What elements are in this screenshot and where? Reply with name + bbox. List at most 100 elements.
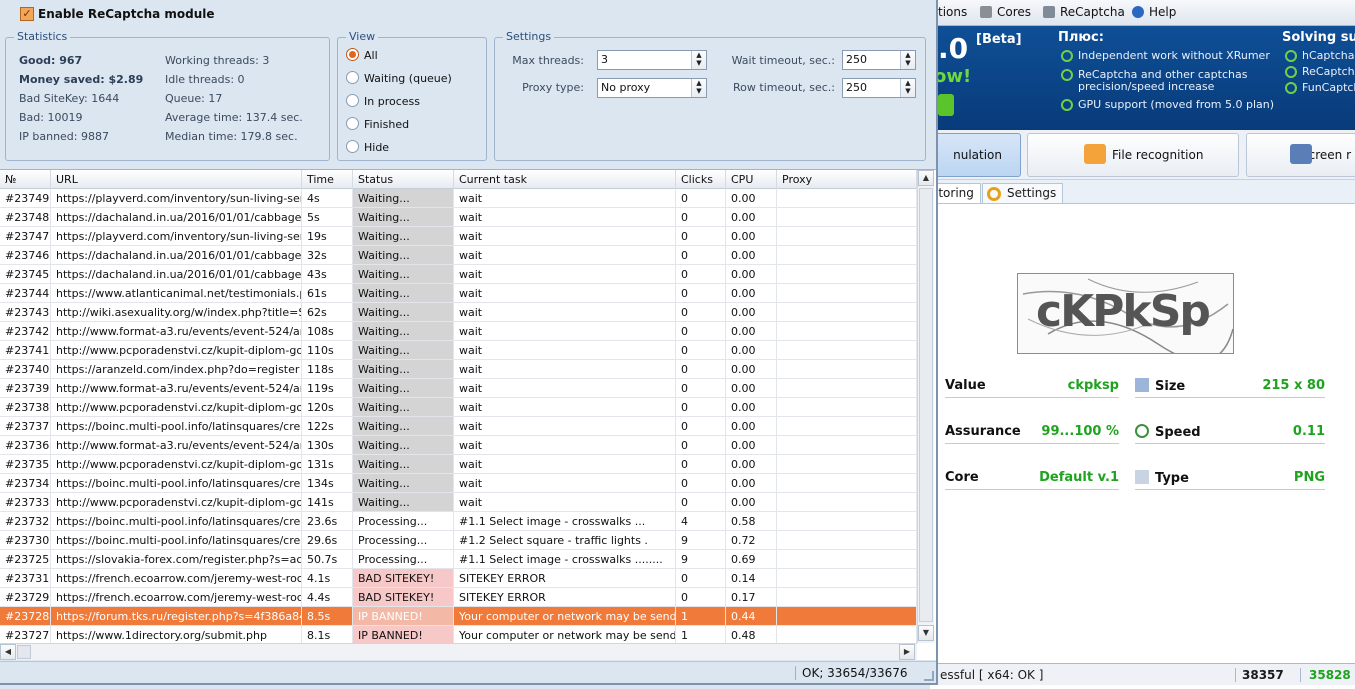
scroll-up-icon[interactable]: ▲	[918, 170, 934, 186]
stepper-arrows-icon[interactable]: ▲ ▼	[900, 51, 915, 69]
cell-proxy	[777, 455, 917, 473]
tab-file-recognition[interactable]: File recognition	[1027, 133, 1239, 177]
cell-clicks: 0	[676, 493, 726, 511]
cell-task: wait	[454, 341, 676, 359]
table-row[interactable]: #23748 https://dachaland.in.ua/2016/01/01…	[0, 208, 917, 227]
max-threads-stepper[interactable]: 3 ▲ ▼	[597, 50, 707, 70]
cell-clicks: 0	[676, 360, 726, 378]
table-row[interactable]: #23732 https://boinc.multi-pool.info/lati…	[0, 512, 917, 531]
column-header-number[interactable]: №	[0, 170, 51, 189]
table-row[interactable]: #23739 http://www.format-a3.ru/events/eve…	[0, 379, 917, 398]
cell-number: #23739	[0, 379, 51, 397]
view-radio-hide[interactable]	[346, 140, 359, 153]
menu-options[interactable]: tions	[938, 5, 967, 19]
stepper-arrows-icon[interactable]: ▲ ▼	[900, 79, 915, 97]
table-row[interactable]: #23745 https://dachaland.in.ua/2016/01/01…	[0, 265, 917, 284]
vertical-scrollbar[interactable]: ▲ ▼	[917, 170, 934, 643]
table-row[interactable]: #23729 https://french.ecoarrow.com/jeremy…	[0, 588, 917, 607]
table-row[interactable]: #23747 https://playverd.com/inventory/sun…	[0, 227, 917, 246]
view-title: View	[346, 30, 379, 43]
scroll-down-icon[interactable]: ▼	[918, 625, 934, 641]
view-label-hide[interactable]: Hide	[364, 141, 389, 154]
table-row[interactable]: #23733 http://www.pcporadenstvi.cz/kupit-…	[0, 493, 917, 512]
tab-emulation[interactable]: nulation	[930, 133, 1021, 177]
view-label-finished[interactable]: Finished	[364, 118, 409, 131]
column-header-cpu[interactable]: CPU	[726, 170, 777, 189]
stepper-arrows-icon[interactable]: ▲ ▼	[691, 51, 706, 69]
view-radio-in-process[interactable]	[346, 94, 359, 107]
menu-cores[interactable]: Cores	[980, 5, 1031, 19]
cell-clicks: 9	[676, 550, 726, 568]
subtab-settings[interactable]: Settings	[982, 183, 1064, 203]
cell-status: IP BANNED!	[353, 626, 454, 643]
cell-task: #1.2 Select square - traffic lights .	[454, 531, 676, 549]
cell-number: #23728	[0, 607, 51, 625]
view-label-waiting[interactable]: Waiting (queue)	[364, 72, 452, 85]
cell-cpu: 0.58	[726, 512, 777, 530]
view-label-in-process[interactable]: In process	[364, 95, 420, 108]
table-row[interactable]: #23743 http://wiki.asexuality.org/w/index…	[0, 303, 917, 322]
row-timeout-stepper[interactable]: 250 ▲ ▼	[842, 78, 916, 98]
stat-idle-threads: Idle threads: 0	[165, 73, 245, 86]
result-type: Type PNG	[1135, 470, 1325, 490]
column-header-url[interactable]: URL	[51, 170, 302, 189]
enable-module-checkbox[interactable]: ✓	[20, 7, 34, 21]
stat-good: Good: 967	[19, 54, 83, 67]
cell-task: SITEKEY ERROR	[454, 588, 676, 606]
settings-group: Settings Max threads: 3 ▲ ▼ Proxy type: No…	[494, 30, 926, 161]
bg-status-text: essful [ x64: OK ]	[940, 668, 1044, 682]
cell-number: #23741	[0, 341, 51, 359]
enable-module-label[interactable]: Enable ReCaptcha module	[38, 7, 215, 21]
view-radio-finished[interactable]	[346, 117, 359, 130]
cell-url: http://www.pcporadenstvi.cz/kupit-diplom…	[51, 493, 302, 511]
proxy-type-select[interactable]: No proxy ▲ ▼	[597, 78, 707, 98]
wait-timeout-stepper[interactable]: 250 ▲ ▼	[842, 50, 916, 70]
table-row[interactable]: #23738 http://www.pcporadenstvi.cz/kupit-…	[0, 398, 917, 417]
cell-clicks: 0	[676, 436, 726, 454]
scroll-thumb[interactable]	[919, 188, 933, 622]
cell-number: #23730	[0, 531, 51, 549]
table-row[interactable]: #23746 https://dachaland.in.ua/2016/01/01…	[0, 246, 917, 265]
cell-task: wait	[454, 379, 676, 397]
grid-header: № URL Time Status Current task Clicks CPU Proxy	[0, 170, 917, 189]
table-row[interactable]: #23730 https://boinc.multi-pool.info/lati…	[0, 531, 917, 550]
table-row[interactable]: #23734 https://boinc.multi-pool.info/lati…	[0, 474, 917, 493]
column-header-status[interactable]: Status	[353, 170, 454, 189]
tab-screen-recognition[interactable]: Screen r	[1246, 133, 1355, 177]
table-row[interactable]: #23744 https://www.atlanticanimal.net/tes…	[0, 284, 917, 303]
column-header-clicks[interactable]: Clicks	[676, 170, 726, 189]
resize-grip-icon[interactable]	[924, 671, 934, 681]
table-row[interactable]: #23742 http://www.format-a3.ru/events/eve…	[0, 322, 917, 341]
table-row[interactable]: #23725 https://slovakia-forex.com/registe…	[0, 550, 917, 569]
table-row[interactable]: #23731 https://french.ecoarrow.com/jeremy…	[0, 569, 917, 588]
cell-time: 119s	[302, 379, 353, 397]
horizontal-scrollbar[interactable]: ◀ ▶	[0, 643, 917, 660]
table-row[interactable]: #23737 https://boinc.multi-pool.info/lati…	[0, 417, 917, 436]
cell-status: Waiting...	[353, 493, 454, 511]
banner-green-button[interactable]	[938, 94, 954, 116]
table-row[interactable]: #23735 http://www.pcporadenstvi.cz/kupit-…	[0, 455, 917, 474]
table-row[interactable]: #23736 http://www.format-a3.ru/events/eve…	[0, 436, 917, 455]
column-header-task[interactable]: Current task	[454, 170, 676, 189]
view-radio-all[interactable]	[346, 48, 359, 61]
view-group: View All Waiting (queue) In process Fini…	[337, 30, 487, 161]
bg-count-1: 38357	[1235, 668, 1284, 682]
cell-clicks: 0	[676, 322, 726, 340]
view-radio-waiting[interactable]	[346, 71, 359, 84]
table-row[interactable]: #23727 https://www.1directory.org/submit.…	[0, 626, 917, 643]
hscroll-thumb[interactable]	[17, 645, 31, 659]
column-header-proxy[interactable]: Proxy	[777, 170, 917, 189]
table-row[interactable]: #23740 https://aranzeld.com/index.php?do=…	[0, 360, 917, 379]
menu-recaptcha[interactable]: ReCaptcha	[1043, 5, 1125, 19]
scroll-left-icon[interactable]: ◀	[0, 644, 16, 660]
dropdown-arrows-icon[interactable]: ▲ ▼	[691, 79, 706, 97]
column-header-time[interactable]: Time	[302, 170, 353, 189]
table-row[interactable]: #23741 http://www.pcporadenstvi.cz/kupit-…	[0, 341, 917, 360]
solving-item: ReCaptch	[1285, 66, 1355, 78]
table-row[interactable]: #23728 https://forum.tks.ru/register.php?…	[0, 607, 917, 626]
table-row[interactable]: #23749 https://playverd.com/inventory/sun…	[0, 189, 917, 208]
cell-url: https://www.atlanticanimal.net/testimoni…	[51, 284, 302, 302]
scroll-right-icon[interactable]: ▶	[899, 644, 915, 660]
view-label-all[interactable]: All	[364, 49, 378, 62]
menu-help[interactable]: Help	[1132, 5, 1176, 19]
